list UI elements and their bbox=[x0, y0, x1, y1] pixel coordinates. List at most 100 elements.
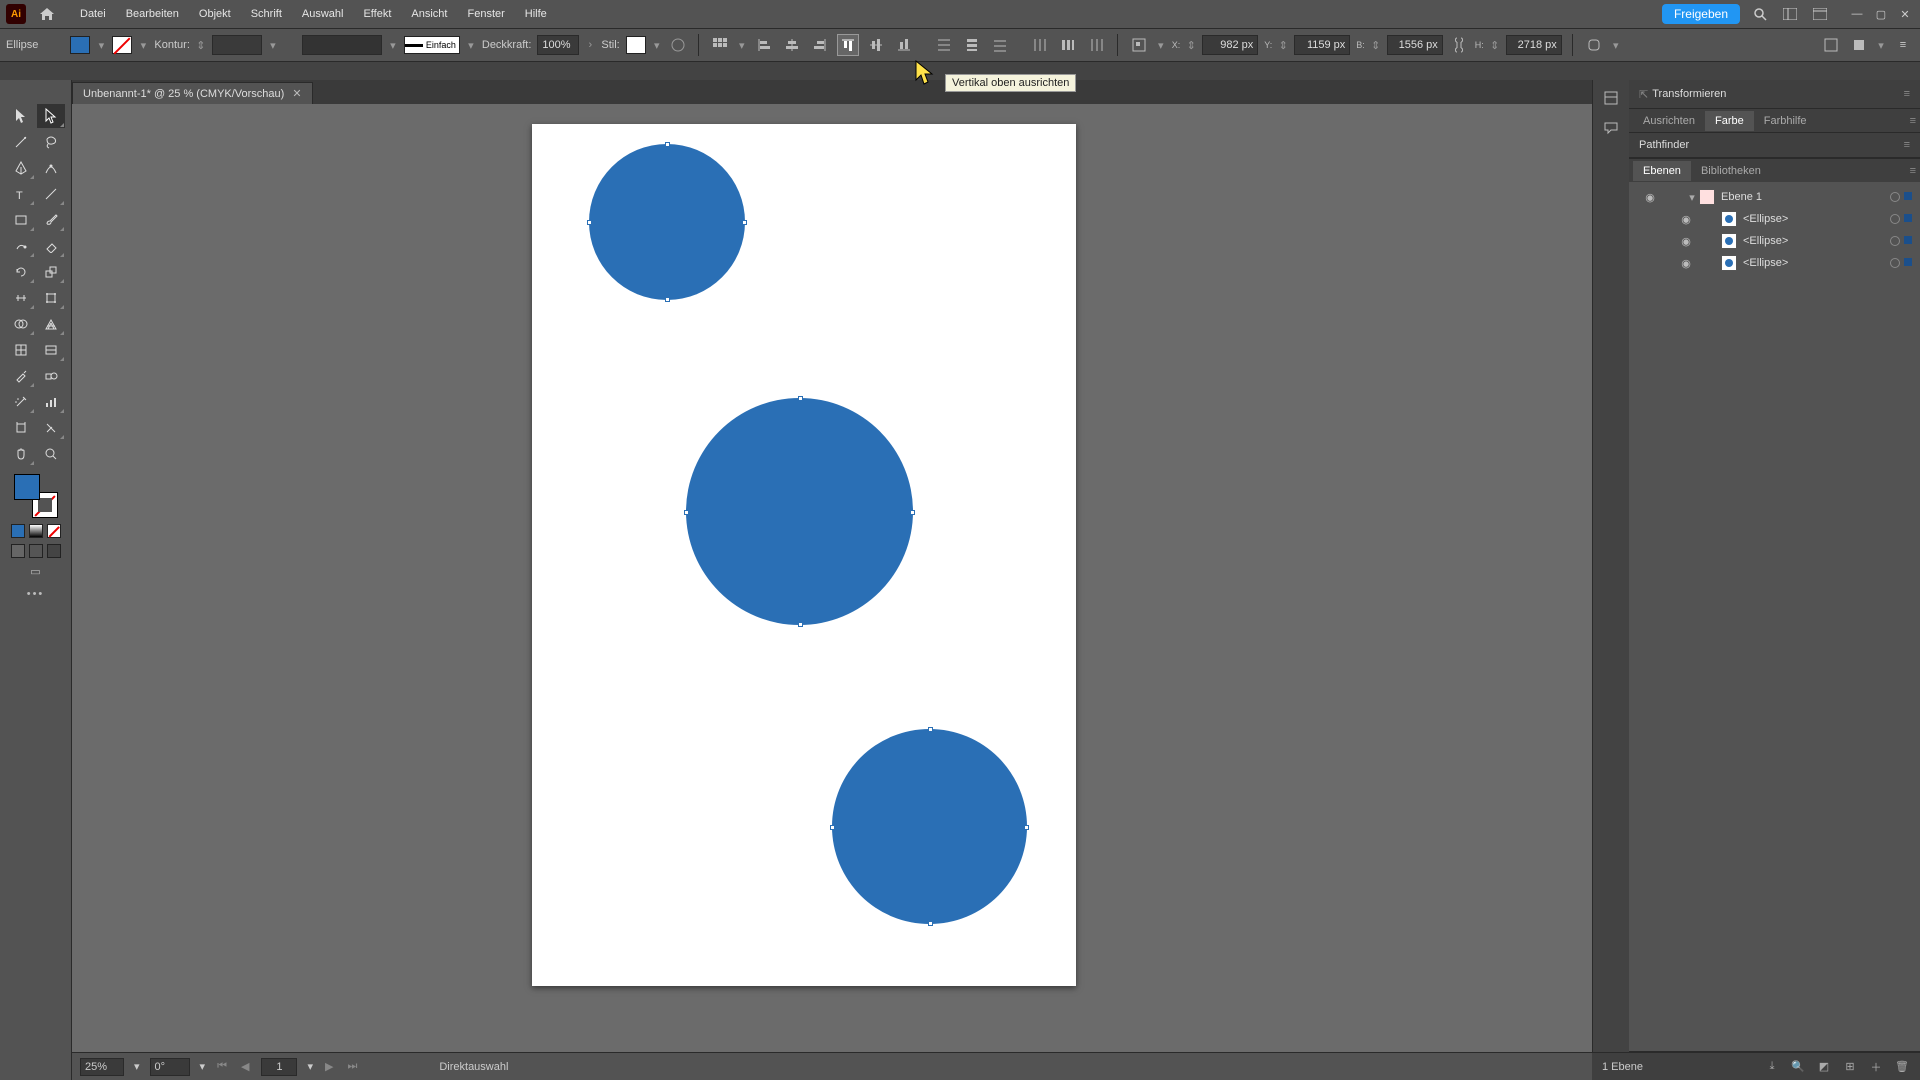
align-left-icon[interactable] bbox=[753, 34, 775, 56]
fill-dropdown[interactable]: ▾ bbox=[96, 40, 106, 50]
ebenen-tab[interactable]: Ebenen bbox=[1633, 161, 1691, 181]
home-icon[interactable] bbox=[36, 5, 58, 23]
comments-panel-icon[interactable] bbox=[1601, 118, 1621, 138]
selection-handle[interactable] bbox=[587, 220, 592, 225]
style-dropdown[interactable]: ▾ bbox=[652, 40, 662, 50]
h-field[interactable]: 2718 px bbox=[1506, 35, 1562, 55]
variable-width-profile[interactable] bbox=[302, 35, 382, 55]
zoom-dropdown[interactable]: ▾ bbox=[134, 1060, 140, 1073]
align-hcenter-icon[interactable] bbox=[781, 34, 803, 56]
artboard-tool-icon[interactable] bbox=[7, 416, 35, 440]
shaper-tool-icon[interactable] bbox=[7, 234, 35, 258]
ausrichten-tab[interactable]: Ausrichten bbox=[1633, 111, 1705, 131]
selection-handle[interactable] bbox=[665, 142, 670, 147]
panel-menu-icon[interactable]: ≡ bbox=[1910, 115, 1916, 127]
visibility-icon[interactable]: ◉ bbox=[1669, 257, 1703, 270]
farbe-tab[interactable]: Farbe bbox=[1705, 111, 1754, 131]
sublayer-name[interactable]: <Ellipse> bbox=[1743, 257, 1890, 269]
menu-auswahl[interactable]: Auswahl bbox=[292, 8, 354, 20]
target-icon[interactable] bbox=[1890, 192, 1900, 202]
sublayer-name[interactable]: <Ellipse> bbox=[1743, 213, 1890, 225]
selection-tool-icon[interactable] bbox=[7, 104, 35, 128]
none-mode-icon[interactable] bbox=[47, 524, 61, 538]
isolate-icon[interactable] bbox=[1820, 34, 1842, 56]
selection-handle[interactable] bbox=[742, 220, 747, 225]
w-field[interactable]: 1556 px bbox=[1387, 35, 1443, 55]
eraser-tool-icon[interactable] bbox=[37, 234, 65, 258]
selection-handle[interactable] bbox=[928, 921, 933, 926]
shape-builder-tool-icon[interactable] bbox=[7, 312, 35, 336]
share-button[interactable]: Freigeben bbox=[1662, 4, 1740, 24]
fill-color-icon[interactable] bbox=[14, 474, 40, 500]
variable-width-dropdown[interactable]: ▾ bbox=[388, 40, 398, 50]
target-icon[interactable] bbox=[1890, 258, 1900, 268]
w-stepper[interactable]: ⇕ bbox=[1371, 40, 1381, 50]
align-to-dropdown[interactable]: ▾ bbox=[1156, 40, 1166, 50]
sublayer-name[interactable]: <Ellipse> bbox=[1743, 235, 1890, 247]
distribute-vcenter-icon[interactable] bbox=[961, 34, 983, 56]
farbhilfe-tab[interactable]: Farbhilfe bbox=[1754, 111, 1817, 131]
slice-tool-icon[interactable] bbox=[37, 416, 65, 440]
target-icon[interactable] bbox=[1890, 236, 1900, 246]
rotation-field[interactable]: 0° bbox=[150, 1058, 190, 1076]
menu-fenster[interactable]: Fenster bbox=[457, 8, 514, 20]
visibility-icon[interactable]: ◉ bbox=[1669, 213, 1703, 226]
next-artboard-icon[interactable]: ▶ bbox=[323, 1060, 335, 1073]
transform-panel-header[interactable]: ⇱ Transformieren ≡ bbox=[1629, 80, 1920, 108]
stroke-weight-stepper[interactable]: ⇕ bbox=[196, 40, 206, 50]
menu-objekt[interactable]: Objekt bbox=[189, 8, 241, 20]
visibility-icon[interactable]: ◉ bbox=[1669, 235, 1703, 248]
blend-tool-icon[interactable] bbox=[37, 364, 65, 388]
search-icon[interactable] bbox=[1750, 4, 1770, 24]
document-tab-close-icon[interactable]: ✕ bbox=[292, 87, 301, 100]
opacity-field[interactable]: 100% bbox=[537, 35, 579, 55]
selection-handle[interactable] bbox=[910, 510, 915, 515]
panel-menu-icon[interactable]: ≡ bbox=[1904, 139, 1910, 151]
target-icon[interactable] bbox=[1890, 214, 1900, 224]
style-swatch[interactable] bbox=[626, 36, 646, 54]
stroke-dropdown[interactable]: ▾ bbox=[138, 40, 148, 50]
scale-tool-icon[interactable] bbox=[37, 260, 65, 284]
make-clipping-mask-icon[interactable]: ◩ bbox=[1816, 1060, 1832, 1073]
sublayer-row[interactable]: ◉ <Ellipse> bbox=[1629, 252, 1920, 274]
selection-handle[interactable] bbox=[798, 396, 803, 401]
distribute-left-icon[interactable] bbox=[1029, 34, 1051, 56]
fill-swatch[interactable] bbox=[70, 36, 90, 54]
menu-datei[interactable]: Datei bbox=[70, 8, 116, 20]
curvature-tool-icon[interactable] bbox=[37, 156, 65, 180]
visibility-icon[interactable]: ◉ bbox=[1633, 191, 1667, 204]
symbol-sprayer-tool-icon[interactable] bbox=[7, 390, 35, 414]
panel-menu-icon[interactable]: ≡ bbox=[1910, 165, 1916, 177]
x-stepper[interactable]: ⇕ bbox=[1186, 40, 1196, 50]
brush-dropdown[interactable]: ▾ bbox=[466, 40, 476, 50]
lasso-tool-icon[interactable] bbox=[37, 130, 65, 154]
free-transform-tool-icon[interactable] bbox=[37, 286, 65, 310]
create-new-layer-icon[interactable]: ＋ bbox=[1868, 1059, 1884, 1075]
rotate-tool-icon[interactable] bbox=[7, 260, 35, 284]
rectangle-tool-icon[interactable] bbox=[7, 208, 35, 232]
bibliotheken-tab[interactable]: Bibliotheken bbox=[1691, 161, 1771, 181]
artboard-index-field[interactable]: 1 bbox=[261, 1058, 297, 1076]
menu-bearbeiten[interactable]: Bearbeiten bbox=[116, 8, 189, 20]
first-artboard-icon[interactable]: ⏮ bbox=[215, 1060, 229, 1073]
last-artboard-icon[interactable]: ⏭ bbox=[345, 1060, 359, 1073]
selection-handle[interactable] bbox=[665, 297, 670, 302]
recolor-icon[interactable] bbox=[668, 35, 688, 55]
distribute-right-icon[interactable] bbox=[1085, 34, 1107, 56]
constrain-proportions-icon[interactable] bbox=[1449, 35, 1469, 55]
align-to-icon[interactable] bbox=[1128, 34, 1150, 56]
zoom-tool-icon[interactable] bbox=[37, 442, 65, 466]
width-tool-icon[interactable] bbox=[7, 286, 35, 310]
stroke-weight-field[interactable] bbox=[212, 35, 262, 55]
layer-name[interactable]: Ebene 1 bbox=[1721, 191, 1890, 203]
pathfinder-panel-header[interactable]: Pathfinder ≡ bbox=[1629, 133, 1920, 157]
line-tool-icon[interactable] bbox=[37, 182, 65, 206]
menu-hilfe[interactable]: Hilfe bbox=[515, 8, 557, 20]
pen-tool-icon[interactable] bbox=[7, 156, 35, 180]
edit-selection-dropdown[interactable]: ▾ bbox=[1876, 40, 1886, 50]
prev-artboard-icon[interactable]: ◀ bbox=[239, 1060, 251, 1073]
arrange-documents-icon[interactable] bbox=[1810, 4, 1830, 24]
align-top-icon[interactable] bbox=[837, 34, 859, 56]
screen-mode-icon[interactable]: ▭ bbox=[29, 564, 43, 578]
selection-handle[interactable] bbox=[830, 825, 835, 830]
